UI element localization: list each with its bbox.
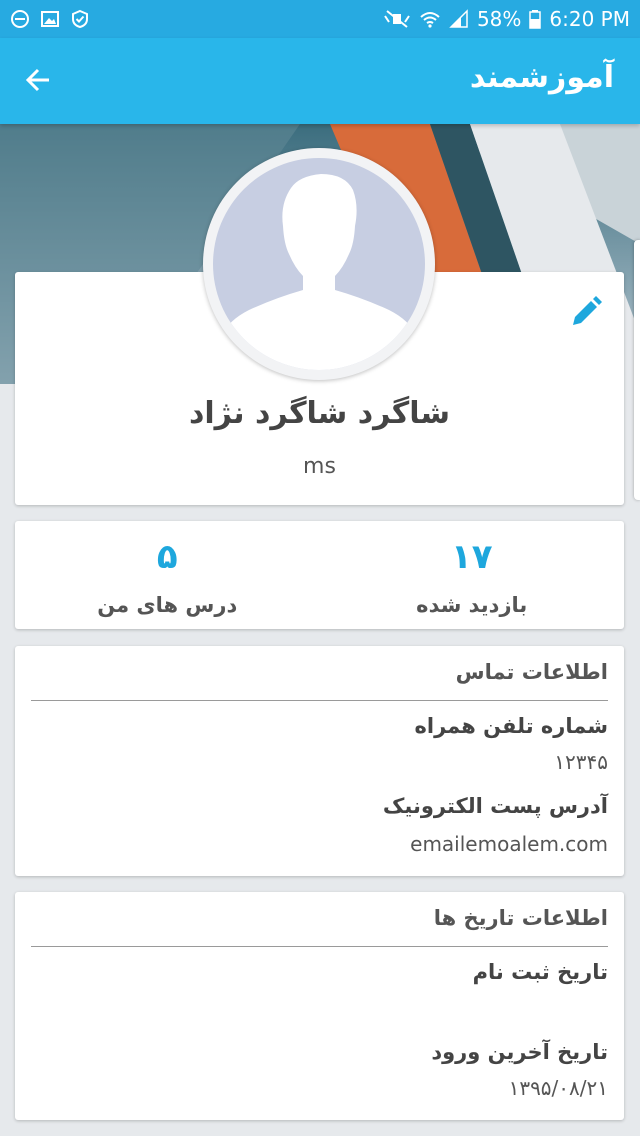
stat-my-lessons-label: درس های من: [97, 593, 238, 617]
gallery-icon: [41, 11, 59, 27]
battery-percent: 58%: [476, 7, 522, 31]
registration-date-label: تاریخ ثبت نام: [472, 960, 608, 984]
divider: [31, 946, 608, 947]
stat-my-lessons[interactable]: ۵ درس های من: [15, 521, 320, 629]
avatar-placeholder: [213, 158, 425, 370]
pencil-icon: [573, 296, 602, 325]
edit-profile-button[interactable]: [566, 292, 606, 332]
mute-icon: [384, 10, 410, 28]
system-indicators: 58% 6:20 PM: [383, 7, 630, 31]
stat-my-lessons-value: ۵: [156, 537, 178, 577]
profile-username: ms: [303, 454, 336, 479]
edge-panel-handle[interactable]: [634, 240, 640, 500]
do-not-disturb-icon: [11, 10, 29, 28]
avatar[interactable]: [203, 148, 435, 380]
battery-icon: [529, 10, 542, 29]
person-silhouette-icon: [213, 174, 425, 370]
dates-info-title: اطلاعات تاریخ ها: [433, 906, 608, 930]
stats-card: ۱۷ بازدید شده ۵ درس های من: [15, 521, 624, 629]
shield-check-icon: [72, 9, 88, 29]
stat-visited[interactable]: ۱۷ بازدید شده: [320, 521, 625, 629]
last-login-label: تاریخ آخرین ورود: [431, 1040, 608, 1064]
wifi-icon: [420, 12, 440, 28]
signal-icon: [449, 9, 468, 28]
contact-info-card: اطلاعات تماس شماره تلفن همراه ۱۲۳۴۵ آدرس…: [15, 646, 624, 876]
profile-name: شاگرد شاگرد نژاد: [188, 396, 451, 431]
clock: 6:20 PM: [549, 7, 630, 31]
back-button[interactable]: [18, 60, 58, 100]
status-bar: 58% 6:20 PM: [0, 0, 640, 38]
divider: [31, 700, 608, 701]
dates-info-card: اطلاعات تاریخ ها تاریخ ثبت نام تاریخ آخر…: [15, 892, 624, 1120]
arrow-left-icon: [25, 68, 49, 92]
email-value: emailemoalem.com: [410, 832, 608, 856]
app-bar: آموزشمند: [0, 38, 640, 124]
stat-visited-value: ۱۷: [450, 537, 493, 577]
app-title: آموزشمند: [469, 60, 614, 95]
phone-value: ۱۲۳۴۵: [554, 750, 608, 774]
stat-visited-label: بازدید شده: [416, 593, 528, 617]
email-label: آدرس پست الکترونیک: [382, 794, 608, 818]
phone-label: شماره تلفن همراه: [414, 714, 609, 738]
notification-icons: [10, 9, 90, 29]
last-login-value: ۱۳۹۵/۰۸/۲۱: [508, 1076, 608, 1100]
contact-info-title: اطلاعات تماس: [455, 660, 608, 684]
